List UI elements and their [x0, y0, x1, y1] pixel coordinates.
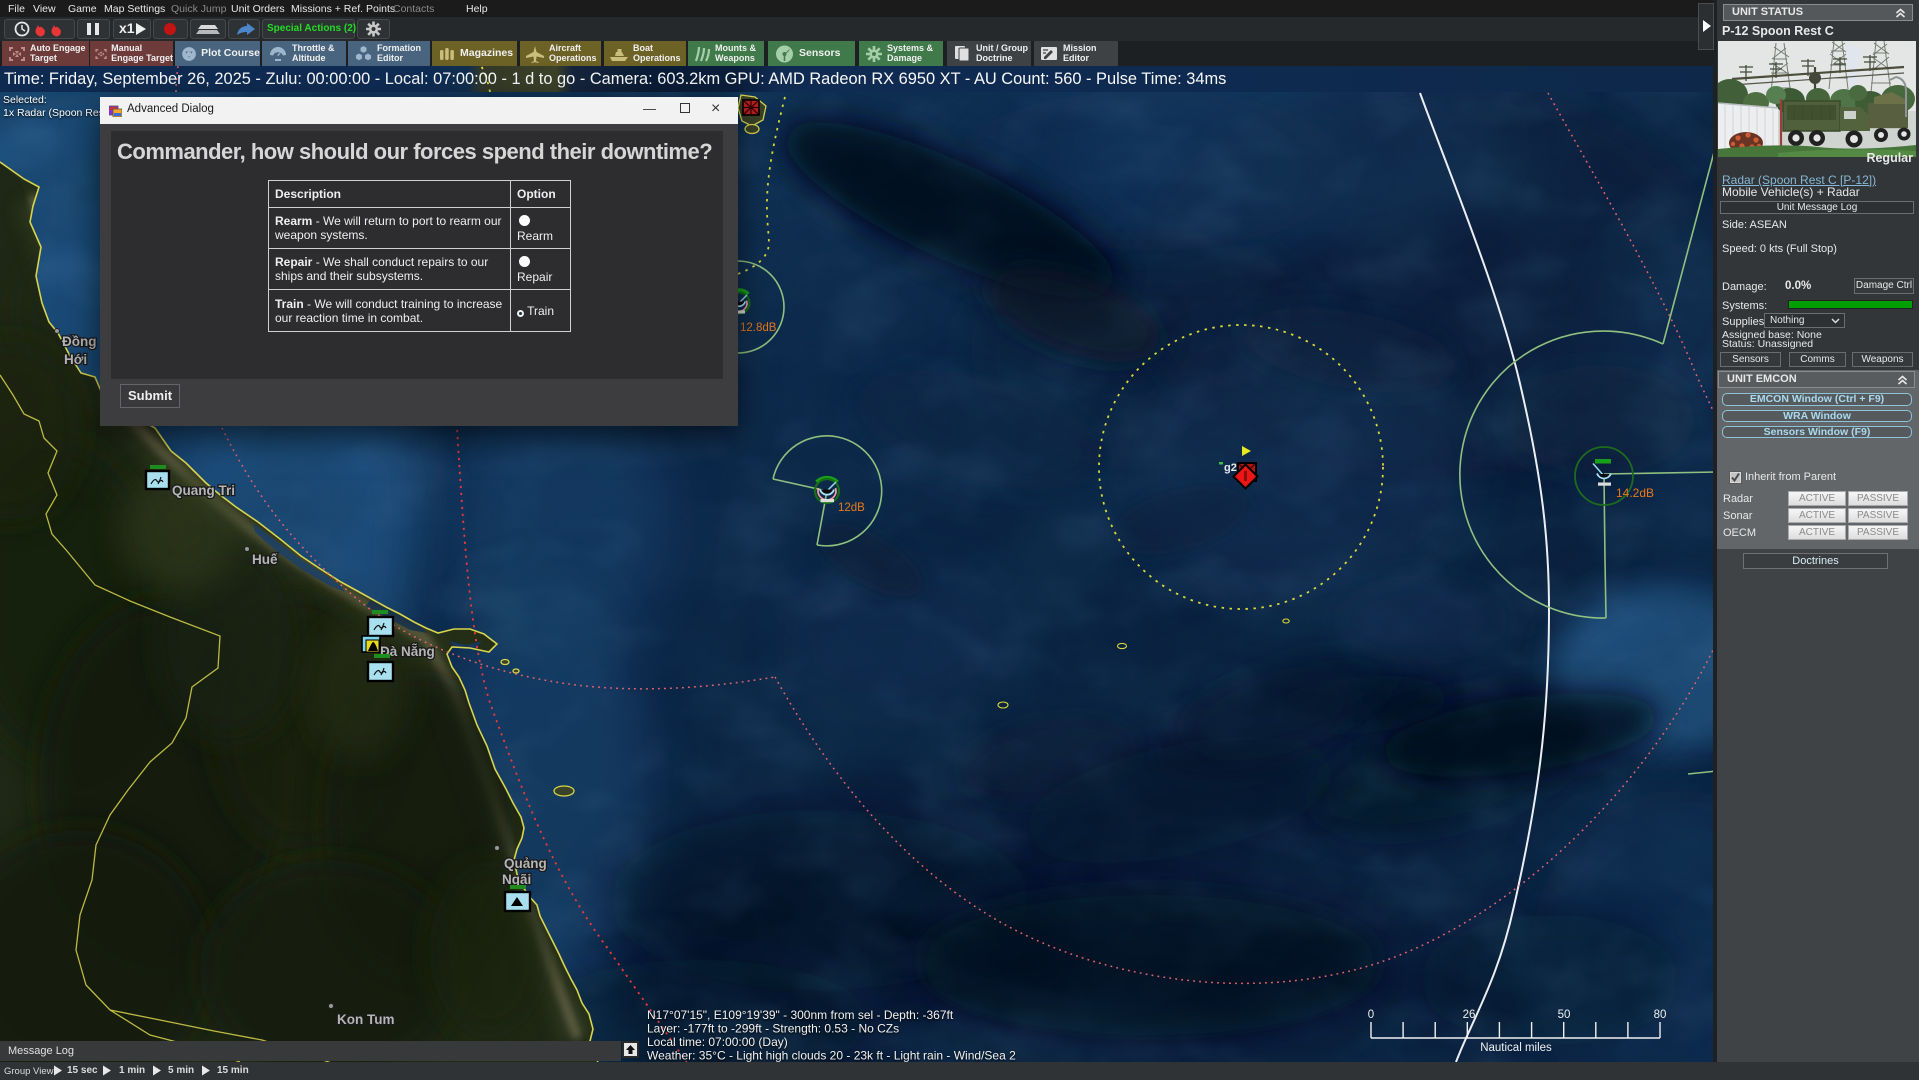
svg-text:Nautical miles: Nautical miles [1480, 1042, 1552, 1054]
svg-text:26: 26 [1463, 1009, 1476, 1021]
svg-text:Quảng: Quảng [504, 856, 547, 871]
svg-text:N17°07'15", E109°19'39" - 300n: N17°07'15", E109°19'39" - 300nm from sel… [647, 1008, 954, 1022]
svg-text:Quang Tri: Quang Tri [172, 483, 235, 498]
svg-text:Đồng: Đồng [62, 334, 97, 349]
svg-text:14.2dB: 14.2dB [1616, 486, 1654, 500]
svg-text:0: 0 [1368, 1009, 1374, 1021]
svg-text:80: 80 [1654, 1009, 1667, 1021]
svg-text:12dB: 12dB [838, 502, 865, 514]
svg-text:12.8dB: 12.8dB [740, 322, 777, 334]
svg-text:Weather: 35°C - Light high clo: Weather: 35°C - Light high clouds 20 - 2… [647, 1049, 1016, 1063]
svg-text:Ngãi: Ngãi [502, 872, 531, 887]
svg-text:Layer: -177ft to -299ft - Stre: Layer: -177ft to -299ft - Strength: 0.53… [647, 1022, 899, 1036]
svg-text:Local time: 07:00:00 (Day): Local time: 07:00:00 (Day) [647, 1035, 788, 1049]
svg-text:50: 50 [1558, 1009, 1571, 1021]
svg-text:Kon Tum: Kon Tum [337, 1012, 395, 1027]
svg-text:Hới: Hới [64, 352, 87, 367]
svg-text:g2: g2 [1224, 462, 1237, 474]
svg-text:Huế: Huế [252, 552, 278, 567]
